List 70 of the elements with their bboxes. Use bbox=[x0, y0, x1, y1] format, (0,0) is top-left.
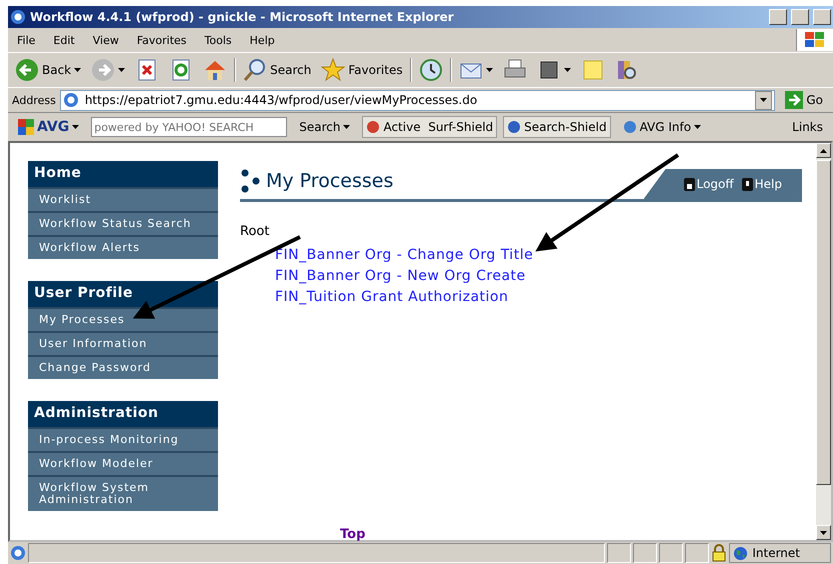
toolbar-button[interactable]: Active Surf-Shield bbox=[362, 116, 498, 138]
page-title: My Processes bbox=[266, 170, 394, 192]
shield-icon bbox=[622, 119, 637, 135]
zone-label: Internet bbox=[752, 546, 800, 560]
process-link[interactable]: FIN_Banner Org - Change Org Title bbox=[275, 247, 802, 263]
caret-icon bbox=[820, 148, 827, 152]
address-label: Address bbox=[12, 94, 56, 106]
lock-icon bbox=[711, 544, 728, 562]
search-field[interactable]: powered by YAHOO! SEARCH bbox=[91, 117, 288, 137]
back-icon[interactable] bbox=[15, 58, 39, 82]
sidebar-item[interactable]: Change Password bbox=[28, 355, 218, 379]
logoff-link[interactable]: Logoff bbox=[684, 177, 734, 191]
sidebar-item[interactable]: User Information bbox=[28, 331, 218, 355]
process-link[interactable]: FIN_Banner Org - New Org Create bbox=[275, 268, 802, 284]
sidebar-item[interactable]: My Processes bbox=[28, 307, 218, 331]
process-link[interactable]: FIN_Tuition Grant Authorization bbox=[275, 289, 802, 305]
sidebar-item[interactable]: Workflow System Administration bbox=[28, 475, 218, 511]
sidebar-item[interactable]: Workflow Status Search bbox=[28, 211, 218, 235]
avg-button[interactable]: AVG bbox=[12, 118, 86, 136]
menu-item[interactable]: Favorites bbox=[128, 34, 196, 46]
caret-icon bbox=[343, 125, 350, 129]
menu-item[interactable]: Edit bbox=[44, 34, 84, 46]
lock-icon bbox=[684, 178, 695, 190]
sidebar-item[interactable]: Worklist bbox=[28, 187, 218, 211]
search-icon[interactable] bbox=[243, 58, 268, 82]
menu-item[interactable]: File bbox=[8, 34, 44, 46]
help-icon bbox=[742, 178, 753, 190]
scroll-up-button[interactable] bbox=[816, 143, 831, 158]
menu-item[interactable]: View bbox=[84, 34, 128, 46]
caret-icon bbox=[760, 98, 768, 102]
caret-icon bbox=[72, 125, 80, 129]
arrow-icon bbox=[785, 91, 804, 109]
links-button[interactable]: Links bbox=[786, 119, 829, 135]
tree-root: Root bbox=[240, 224, 270, 239]
top-link[interactable]: Top bbox=[340, 527, 366, 542]
back-button[interactable]: Back bbox=[12, 58, 84, 82]
section-title: Home bbox=[28, 161, 218, 187]
globe-icon bbox=[733, 546, 748, 560]
dots-icon bbox=[240, 169, 262, 193]
menu-item[interactable]: Tools bbox=[196, 34, 241, 46]
dropdown-button[interactable] bbox=[755, 90, 772, 110]
section-title: Administration bbox=[28, 401, 218, 427]
sidebar-item[interactable]: Workflow Alerts bbox=[28, 235, 218, 259]
caret-icon bbox=[820, 530, 827, 534]
url-input[interactable]: https://epatriot7.gmu.edu:4443/wfprod/user/viewMyProcesses.do bbox=[82, 92, 752, 108]
browser-icon bbox=[10, 9, 26, 25]
sidebar-item[interactable]: Workflow Modeler bbox=[28, 451, 218, 475]
scrollbar-thumb[interactable] bbox=[816, 160, 831, 485]
caret-icon bbox=[694, 125, 702, 129]
scroll-down-button[interactable] bbox=[816, 525, 831, 540]
go-button[interactable]: Go bbox=[779, 90, 829, 110]
maximize-button[interactable] bbox=[791, 9, 809, 25]
window-title: Workflow 4.4.1 (wfprod) - gnickle - Microsoft Internet Explorer bbox=[30, 10, 455, 24]
search-button[interactable]: Search bbox=[240, 58, 314, 82]
toolbar-button[interactable]: Search-Shield bbox=[503, 116, 611, 138]
logo-icon bbox=[18, 119, 34, 135]
help-link[interactable]: Help bbox=[742, 177, 782, 191]
shield-icon bbox=[366, 119, 380, 135]
shield-icon bbox=[507, 119, 522, 135]
menu-item[interactable]: Help bbox=[240, 34, 284, 46]
minimize-button[interactable] bbox=[769, 9, 787, 25]
page-icon bbox=[10, 545, 26, 561]
toolbar-button[interactable]: AVG Info bbox=[616, 118, 708, 136]
address-field[interactable]: https://epatriot7.gmu.edu:4443/wfprod/user/viewMyProcesses.do bbox=[60, 90, 776, 110]
page-icon bbox=[62, 92, 79, 108]
search-button[interactable]: Search bbox=[293, 119, 356, 135]
favorites-button[interactable]: Favorites bbox=[318, 58, 406, 82]
section-title: User Profile bbox=[28, 281, 218, 307]
close-button[interactable] bbox=[813, 9, 831, 25]
sidebar-item[interactable]: In-process Monitoring bbox=[28, 427, 218, 451]
